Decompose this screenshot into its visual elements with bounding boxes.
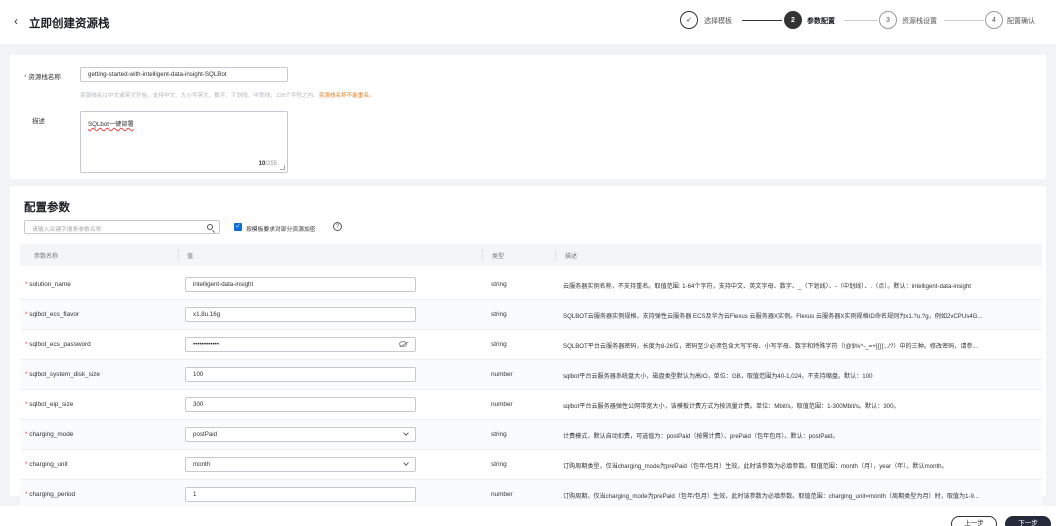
col-header-value: 值 <box>187 254 194 260</box>
stack-name-input[interactable]: getting-started-with-intelligent-data-in… <box>80 67 288 82</box>
param-search-input[interactable]: 请输入关键字搜索参数名称 <box>24 220 220 234</box>
param-desc: SQLBOT平台云服务器密码，长度为8-26位，密码至少必须包含大写字母、小写字… <box>563 343 978 350</box>
param-desc: 订购周期类型，仅当charging_mode为prePaid（包年/包月）生效，… <box>563 463 948 470</box>
param-type: string <box>491 341 507 348</box>
encrypt-checkbox[interactable]: ✓ <box>234 223 242 231</box>
column-divider <box>178 249 179 261</box>
param-desc: sqlbot平台云服务器系统盘大小，磁盘类型默认为高IO，单位：GB，取值范围为… <box>563 373 873 380</box>
stack-name-label: * 资源栈名称 <box>24 74 61 81</box>
param-name: * sqlbot_ecs_password <box>25 341 91 348</box>
footer-bar <box>0 506 1056 526</box>
description-label: 描述 <box>32 118 45 125</box>
column-divider <box>482 249 483 261</box>
column-divider <box>555 249 556 261</box>
step-connector <box>844 20 878 21</box>
page-title: 立即创建资源栈 <box>29 18 110 30</box>
step-2-indicator: 2 <box>784 11 802 29</box>
param-type: string <box>491 281 507 288</box>
param-type: string <box>491 431 507 438</box>
param-desc: sqlbot平台云服务器弹性公网带宽大小，该模板计费方式为按流量计费。单位：Mb… <box>563 403 900 410</box>
param-value-input[interactable]: 1 <box>185 487 416 502</box>
table-header: 参数名称 值 类型 描述 <box>20 244 1042 266</box>
chevron-down-icon <box>403 460 409 466</box>
encrypt-label: 按模板要求对部分资源加密 <box>246 227 316 233</box>
col-header-name: 参数名称 <box>34 254 59 260</box>
description-char-count: 10/255 <box>258 161 277 167</box>
description-text: SQLbot一键部署 <box>88 121 134 128</box>
table-row: * sqlbot_system_disk_size 100 number sql… <box>20 360 1042 390</box>
param-name: * sqlbot_system_disk_size <box>25 371 100 378</box>
back-arrow-icon[interactable]: ‹ <box>14 14 18 28</box>
param-type: number <box>491 491 513 498</box>
search-placeholder: 请输入关键字搜索参数名称 <box>32 227 102 233</box>
param-name: * sqlbot_eip_size <box>25 401 74 408</box>
prev-step-button[interactable]: 上一步 <box>951 516 997 526</box>
eye-off-icon[interactable] <box>399 341 407 347</box>
params-section-title: 配置参数 <box>24 202 70 214</box>
description-textarea[interactable]: SQLbot一键部署 10/255 <box>80 111 288 173</box>
table-row: * charging_mode postPaid string 计费模式，默认自… <box>20 420 1042 450</box>
param-value-input[interactable]: 300 <box>185 397 416 412</box>
param-name: * solution_name <box>25 281 71 288</box>
step-connector <box>742 20 782 21</box>
param-value-input[interactable]: x1.8u.16g <box>185 307 416 322</box>
param-name: * charging_mode <box>25 431 74 438</box>
step-3-label: 资源栈设置 <box>902 18 937 25</box>
param-type: string <box>491 461 507 468</box>
chevron-down-icon <box>403 430 409 436</box>
param-desc: 云服务器实例名称，不支持重名。取值范围: 1-64个字符，支持中文、英文字母、数… <box>563 283 971 290</box>
param-value-input[interactable]: intelligent-data-insight <box>185 277 416 292</box>
param-type: number <box>491 401 513 408</box>
col-header-type: 类型 <box>492 254 505 260</box>
step-1-check-icon: ✓ <box>680 11 698 29</box>
table-row: * sqlbot_eip_size 300 number sqlbot平台云服务… <box>20 390 1042 420</box>
param-type: string <box>491 311 507 318</box>
param-name: * sqlbot_ecs_flavor <box>25 311 80 318</box>
step-3-indicator: 3 <box>879 11 897 29</box>
param-name: * charging_unit <box>25 461 68 468</box>
param-desc: 订购周期，仅当charging_mode为prePaid（包年/包月）生效，此时… <box>563 493 979 500</box>
param-type: number <box>491 371 513 378</box>
param-value-input[interactable]: 100 <box>185 367 416 382</box>
step-connector <box>944 20 984 21</box>
help-icon[interactable]: ? <box>333 222 342 231</box>
param-desc: SQLBOT云服务器实例规格，支持弹性云服务器 ECS及华为云Flexus 云服… <box>563 313 983 320</box>
password-input[interactable]: •••••••••••• <box>185 337 416 352</box>
resize-handle-icon[interactable] <box>280 165 285 170</box>
table-row: * charging_unit month string 订购周期类型，仅当ch… <box>20 450 1042 480</box>
step-2-label: 参数配置 <box>807 18 835 25</box>
page-header: ‹ 立即创建资源栈 ✓ 选择模板 2 参数配置 3 资源栈设置 4 配置确认 <box>0 0 1056 44</box>
table-row: * solution_name intelligent-data-insight… <box>20 270 1042 300</box>
param-desc: 计费模式，默认自动扣费，可选值为：postPaid（按需计费）、prePaid（… <box>563 433 839 440</box>
param-name: * charging_period <box>25 491 76 498</box>
col-header-desc: 描述 <box>565 254 578 260</box>
search-icon[interactable] <box>207 224 213 230</box>
param-value-select[interactable]: month <box>185 457 416 472</box>
param-value-select[interactable]: postPaid <box>185 427 416 442</box>
step-4-label: 配置确认 <box>1007 18 1035 25</box>
step-4-indicator: 4 <box>985 11 1003 29</box>
table-row: * sqlbot_ecs_flavor x1.8u.16g string SQL… <box>20 300 1042 330</box>
next-step-button[interactable]: 下一步 <box>1005 516 1051 526</box>
table-row: * sqlbot_ecs_password •••••••••••• strin… <box>20 330 1042 360</box>
stack-name-hint: 资源栈名以中文或英文开始，支持中文、大小写英文、数字、下划线、中划线，128个字… <box>80 93 375 99</box>
step-1-label: 选择模板 <box>704 18 732 25</box>
